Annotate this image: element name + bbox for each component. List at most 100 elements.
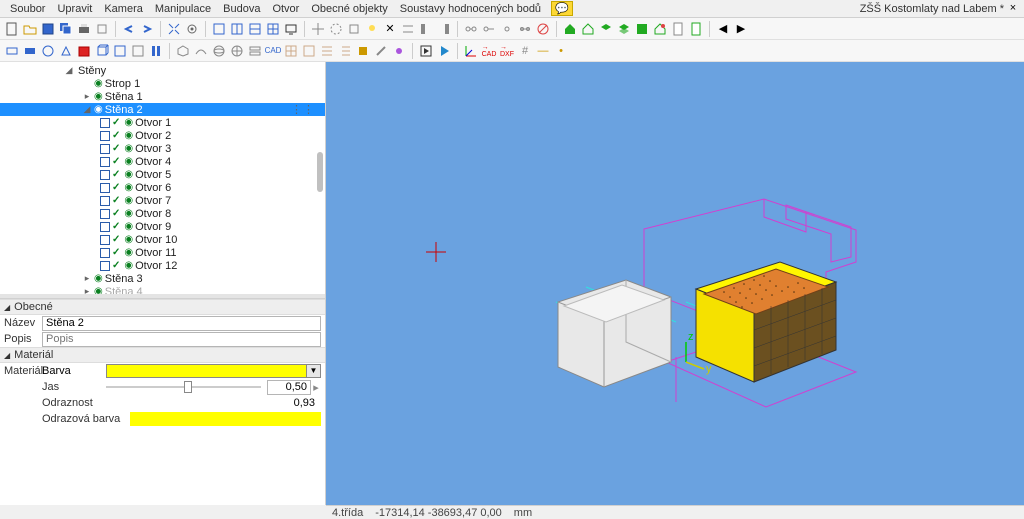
checkbox-icon[interactable]: [100, 235, 110, 245]
arc-icon[interactable]: [193, 43, 209, 59]
tree-item[interactable]: ✓◉Otvor 1: [0, 116, 325, 129]
tree-item[interactable]: ✓◉Otvor 6: [0, 181, 325, 194]
object-tree[interactable]: ◢Stěny ◉Strop 1▸◉Stěna 1◢◉Stěna 2⋮⋮✓◉Otv…: [0, 62, 325, 294]
expander-icon[interactable]: ▸: [82, 91, 92, 102]
dropdown-icon[interactable]: ▼: [306, 365, 320, 377]
export-dxf-icon[interactable]: →DXF: [499, 43, 515, 59]
tree-item[interactable]: ✓◉Otvor 8: [0, 207, 325, 220]
window-layout3-icon[interactable]: [247, 21, 263, 37]
odrazbarva-color-swatch[interactable]: [130, 412, 321, 426]
stepper-icon[interactable]: ▸: [311, 381, 321, 394]
layers-icon[interactable]: [247, 43, 263, 59]
checkbox-icon[interactable]: [100, 118, 110, 128]
visibility-icon[interactable]: ◉: [124, 260, 133, 271]
menu-manipulace[interactable]: Manipulace: [149, 1, 217, 17]
window-layout2-icon[interactable]: [229, 21, 245, 37]
visibility-icon[interactable]: ◉: [94, 78, 103, 89]
expander-icon[interactable]: ▸: [82, 273, 92, 284]
viewport-3d[interactable]: z y: [326, 62, 1024, 505]
nazev-input[interactable]: [42, 316, 321, 331]
tree-item[interactable]: ✓◉Otvor 7: [0, 194, 325, 207]
popis-input[interactable]: [42, 332, 321, 347]
undo-icon[interactable]: [121, 21, 137, 37]
tree-item[interactable]: ✓◉Otvor 2: [0, 129, 325, 142]
tree-scrollbar-thumb[interactable]: [317, 152, 323, 192]
rect3-tool-icon[interactable]: [112, 43, 128, 59]
expander-icon[interactable]: [82, 79, 92, 89]
jas-slider[interactable]: [106, 380, 261, 394]
tree-item[interactable]: ✓◉Otvor 10: [0, 233, 325, 246]
save-all-icon[interactable]: [58, 21, 74, 37]
visibility-icon[interactable]: ◉: [124, 234, 133, 245]
nav-prev-icon[interactable]: ◀: [715, 21, 731, 37]
tree-item[interactable]: ✓◉Otvor 12: [0, 259, 325, 272]
list2-icon[interactable]: [337, 43, 353, 59]
doc-icon[interactable]: [670, 21, 686, 37]
fx-icon[interactable]: [391, 43, 407, 59]
link3-icon[interactable]: [499, 21, 515, 37]
grid-right-icon[interactable]: [436, 21, 452, 37]
comment-indicator-icon[interactable]: 💬: [551, 1, 573, 16]
visibility-icon[interactable]: ◉: [124, 169, 133, 180]
grid-left-icon[interactable]: [418, 21, 434, 37]
page-add-icon[interactable]: [688, 21, 704, 37]
dot-icon[interactable]: •: [553, 43, 569, 59]
tree-item[interactable]: ▸◉Stěna 3: [0, 272, 325, 285]
circle-tool-icon[interactable]: [40, 43, 56, 59]
tree-item[interactable]: ▸◉Stěna 1: [0, 90, 325, 103]
tree-item[interactable]: ◢◉Stěna 2⋮⋮: [0, 103, 325, 116]
snap-icon[interactable]: ✕: [382, 21, 398, 37]
more-icon[interactable]: ⋮⋮: [291, 103, 321, 116]
tree-item[interactable]: ✓◉Otvor 9: [0, 220, 325, 233]
checkbox-icon[interactable]: [100, 170, 110, 180]
expander-icon[interactable]: ▸: [82, 286, 92, 294]
pause-icon[interactable]: [148, 43, 164, 59]
monitor-icon[interactable]: [283, 21, 299, 37]
adjust-icon[interactable]: [400, 21, 416, 37]
window-layout4-icon[interactable]: [265, 21, 281, 37]
play-box-icon[interactable]: [418, 43, 434, 59]
jas-value-input[interactable]: 0,50: [267, 380, 311, 395]
tree-item[interactable]: ✓◉Otvor 3: [0, 142, 325, 155]
visibility-icon[interactable]: ◉: [124, 156, 133, 167]
visibility-icon[interactable]: ◉: [94, 91, 103, 102]
play-icon[interactable]: [436, 43, 452, 59]
expander-icon[interactable]: ◢: [64, 65, 74, 76]
layer-green-icon[interactable]: [598, 21, 614, 37]
checkbox-icon[interactable]: [100, 248, 110, 258]
rect2-tool-icon[interactable]: [22, 43, 38, 59]
expander-icon[interactable]: ◢: [82, 104, 92, 115]
new-file-icon[interactable]: [4, 21, 20, 37]
tree-item[interactable]: ✓◉Otvor 4: [0, 155, 325, 168]
section-material[interactable]: ◢Materiál: [0, 347, 325, 363]
export-cad-icon[interactable]: →CAD: [481, 43, 497, 59]
none-icon[interactable]: [535, 21, 551, 37]
axis-icon[interactable]: [463, 43, 479, 59]
visibility-icon[interactable]: ◉: [124, 247, 133, 258]
close-document-button[interactable]: ×: [1006, 1, 1020, 15]
menu-kamera[interactable]: Kamera: [98, 1, 149, 17]
rotate-tool-icon[interactable]: [328, 21, 344, 37]
rect4-tool-icon[interactable]: [130, 43, 146, 59]
print-icon[interactable]: [76, 21, 92, 37]
hash-icon[interactable]: #: [517, 43, 533, 59]
menu-otvor[interactable]: Otvor: [266, 1, 305, 17]
grid2-icon[interactable]: [301, 43, 317, 59]
tree-root[interactable]: ◢Stěny: [0, 64, 325, 77]
cube-tool-icon[interactable]: [94, 43, 110, 59]
house-green-icon[interactable]: [562, 21, 578, 37]
section-general[interactable]: ◢Obecné: [0, 299, 325, 315]
menu-budova[interactable]: Budova: [217, 1, 266, 17]
checkbox-icon[interactable]: [100, 209, 110, 219]
gear-icon[interactable]: [184, 21, 200, 37]
checkbox-icon[interactable]: [100, 196, 110, 206]
house-open-icon[interactable]: [580, 21, 596, 37]
tree-item[interactable]: ✓◉Otvor 11: [0, 246, 325, 259]
menu-upravit[interactable]: Upravit: [51, 1, 98, 17]
sphere-icon[interactable]: [211, 43, 227, 59]
light-icon[interactable]: [364, 21, 380, 37]
checkbox-icon[interactable]: [100, 157, 110, 167]
grid-icon[interactable]: [283, 43, 299, 59]
expand-icon[interactable]: [166, 21, 182, 37]
link-bidir-icon[interactable]: [517, 21, 533, 37]
